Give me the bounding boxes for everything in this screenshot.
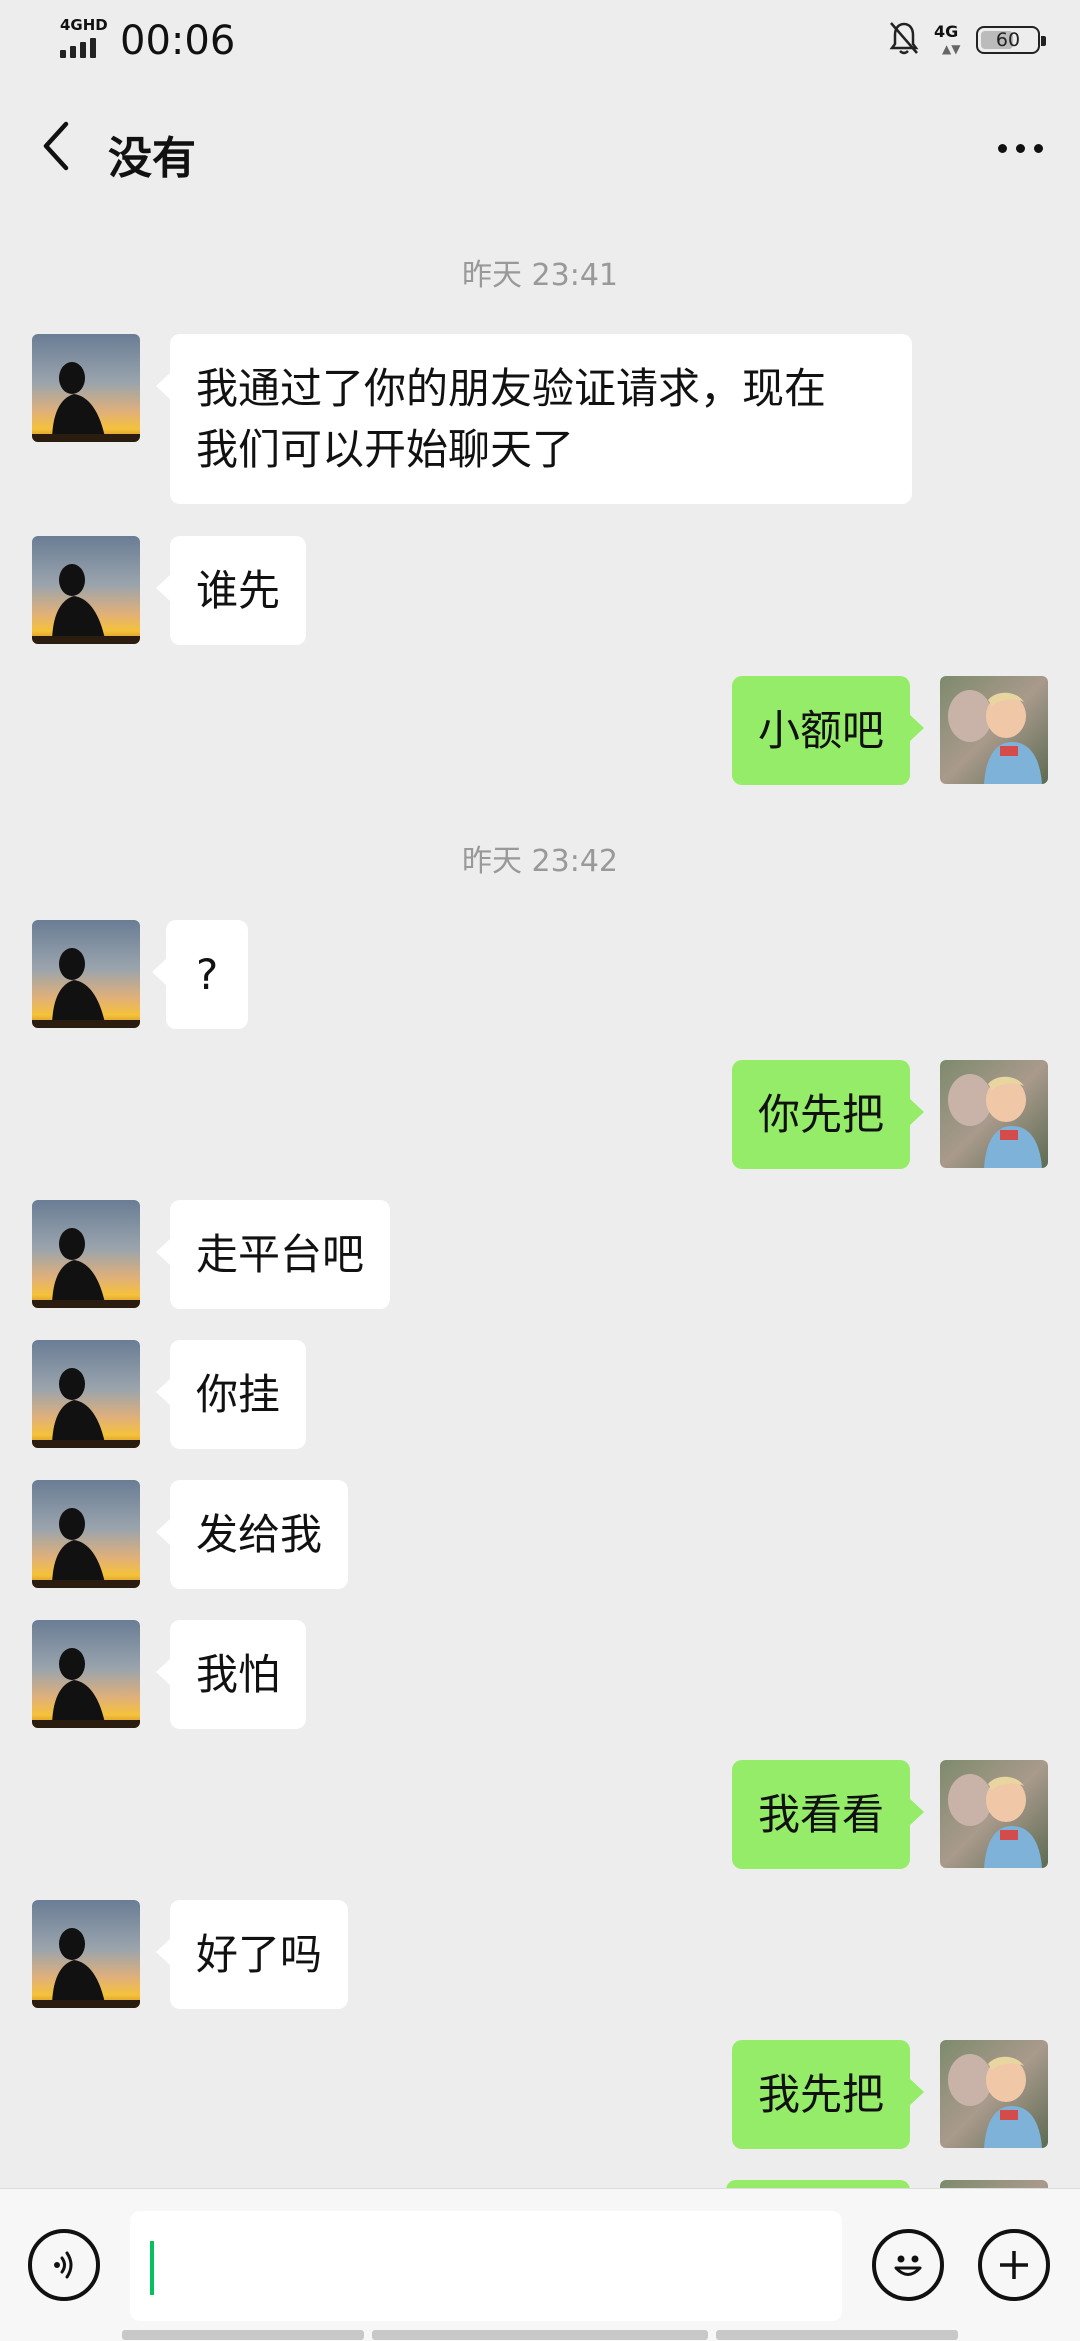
mobile-data-label: 4G [934,22,959,41]
message-bubble-received[interactable]: 我怕 [155,1620,307,1729]
message-bubble-received[interactable]: 发给我 [155,1480,349,1589]
text-caret [150,2241,154,2295]
message-bubble-received[interactable]: 走平台吧 [155,1200,391,1309]
more-dots-icon [997,143,1007,153]
message-input[interactable] [130,2211,842,2321]
emoji-icon [894,2255,922,2276]
more-button[interactable] [988,120,1052,176]
message-bubble-received[interactable]: 你挂 [155,1340,307,1449]
plus-button[interactable] [978,2229,1050,2301]
contact-avatar[interactable] [32,1620,140,1728]
message-bubble-sent[interactable]: 小额吧 [731,676,925,785]
message-text-line: 我们可以开始聊天了 [196,425,575,474]
contact-avatar[interactable] [32,536,140,644]
signal-icon: 4GHD [58,14,110,64]
message-bubble-received[interactable]: 我通过了你的朋友验证请求，现在 我们可以开始聊天了 [156,334,912,504]
voice-icon [54,2251,73,2279]
contact-avatar[interactable] [32,920,140,1028]
message-bubble-sent[interactable]: 你先把 [731,1060,925,1169]
my-avatar[interactable] [940,2040,1048,2148]
status-left: 4GHD 00:06 [58,14,235,64]
my-avatar[interactable] [940,1060,1048,1168]
network-type-label: 4GHD [60,16,108,34]
status-right: 4G ▲▼ 60 [888,20,1046,60]
mobile-data-icon: 4G ▲▼ [934,22,961,56]
back-button[interactable] [28,116,84,176]
my-avatar[interactable] [940,1760,1048,1868]
time-separator: 昨天 23:42 [462,844,618,879]
message-bubble-sent[interactable]: 我看看 [731,1760,925,1869]
nav-indicator [122,2330,364,2340]
nav-indicator [716,2330,958,2340]
contact-avatar[interactable] [32,1900,140,2008]
message-bubble-received[interactable]: 好了吗 [155,1900,349,2009]
message-bubble-sent[interactable]: 我先把 [731,2040,925,2149]
plus-icon [1000,2251,1028,2279]
message-bubble-received[interactable]: ? [151,920,249,1029]
voice-button[interactable] [28,2229,100,2301]
nav-indicator [372,2330,708,2340]
contact-avatar[interactable] [32,334,140,442]
mute-bell-icon [888,20,920,60]
chat-title: 没有 [108,133,196,184]
message-bubble-received[interactable]: 谁先 [155,536,307,645]
my-avatar[interactable] [940,676,1048,784]
battery-icon: 60 [976,26,1046,54]
emoji-button[interactable] [872,2229,944,2301]
status-bar: 4GHD 00:06 4G ▲▼ 60 [0,0,1080,84]
chevron-left-icon [43,121,69,171]
status-time: 00:06 [120,18,236,64]
contact-avatar[interactable] [32,1480,140,1588]
chat-header: 没有 [0,84,1080,214]
message-list[interactable]: 昨天 23:41 我通过了你的朋友验证请求，现在 我们可以开始聊天了 谁先 小额… [0,214,1080,2190]
time-separator: 昨天 23:41 [462,258,618,293]
message-text-line: 我通过了你的朋友验证请求，现在 [196,364,827,413]
battery-level: 60 [995,29,1021,51]
chat-input-bar [0,2188,1080,2341]
contact-avatar[interactable] [32,1200,140,1308]
contact-avatar[interactable] [32,1340,140,1448]
